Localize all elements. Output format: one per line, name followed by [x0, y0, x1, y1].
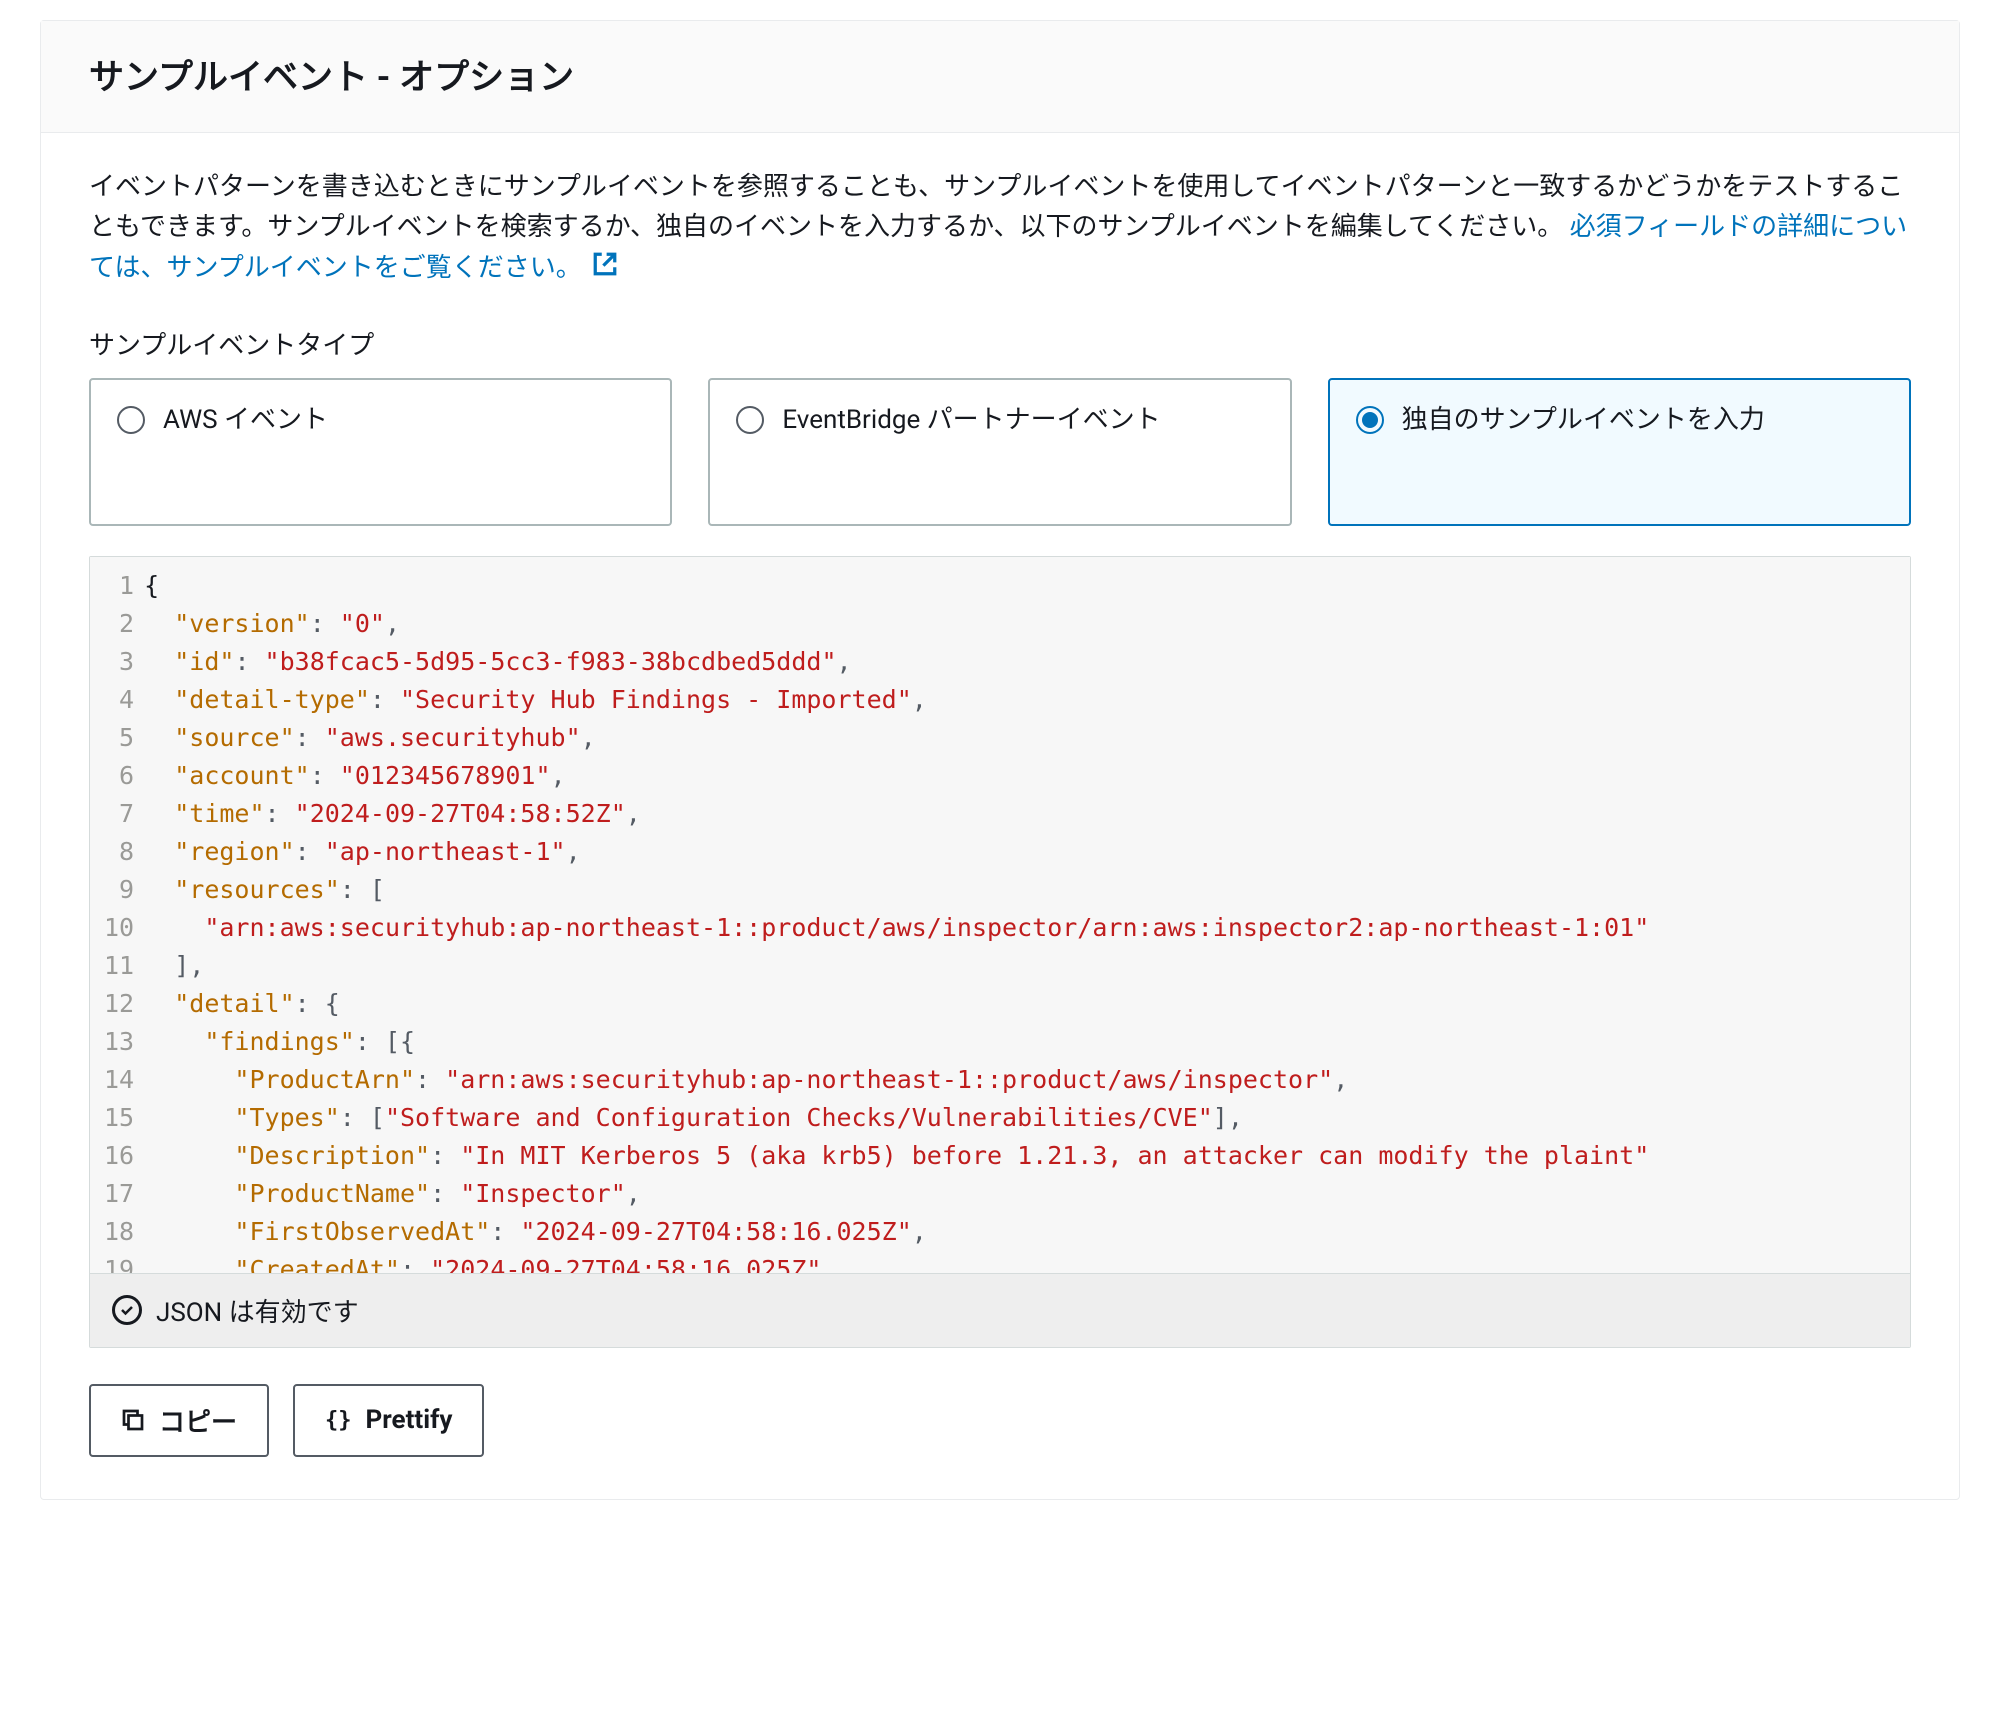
radio-partner-events[interactable]: EventBridge パートナーイベント — [708, 378, 1291, 526]
radio-label: EventBridge パートナーイベント — [782, 402, 1160, 438]
line-number-gutter: 1 2 3 4 5 6 7 8 9 10 11 12 13 14 15 16 1… — [90, 557, 144, 1273]
braces-icon: {} — [325, 1408, 352, 1433]
code-editor[interactable]: 1 2 3 4 5 6 7 8 9 10 11 12 13 14 15 16 1… — [89, 556, 1911, 1348]
external-link-icon — [592, 249, 618, 289]
code-content[interactable]: { "version": "0", "id": "b38fcac5-5d95-5… — [144, 557, 1910, 1273]
check-circle-icon — [112, 1295, 142, 1325]
status-bar: JSON は有効です — [90, 1273, 1910, 1347]
copy-button-label: コピー — [159, 1402, 237, 1439]
status-text: JSON は有効です — [156, 1292, 359, 1329]
radio-label: AWS イベント — [163, 402, 328, 438]
button-row: コピー {} Prettify — [89, 1384, 1911, 1457]
event-type-radio-group: AWS イベント EventBridge パートナーイベント 独自のサンプルイベ… — [89, 378, 1911, 526]
sample-event-panel: サンプルイベント - オプション イベントパターンを書き込むときにサンプルイベン… — [40, 20, 1960, 1500]
radio-aws-events[interactable]: AWS イベント — [89, 378, 672, 526]
panel-title: サンプルイベント - オプション — [89, 49, 1911, 100]
prettify-button[interactable]: {} Prettify — [293, 1384, 484, 1457]
event-type-label: サンプルイベントタイプ — [89, 325, 1911, 362]
panel-body: イベントパターンを書き込むときにサンプルイベントを参照することも、サンプルイベン… — [41, 133, 1959, 1499]
radio-custom-event[interactable]: 独自のサンプルイベントを入力 — [1328, 378, 1911, 526]
radio-label: 独自のサンプルイベントを入力 — [1402, 402, 1765, 438]
copy-button[interactable]: コピー — [89, 1384, 269, 1457]
radio-icon — [117, 406, 145, 434]
panel-header: サンプルイベント - オプション — [41, 21, 1959, 133]
description-text: イベントパターンを書き込むときにサンプルイベントを参照することも、サンプルイベン… — [89, 167, 1911, 289]
radio-icon — [1356, 406, 1384, 434]
prettify-button-label: Prettify — [366, 1405, 453, 1435]
copy-icon — [121, 1408, 145, 1432]
radio-icon — [736, 406, 764, 434]
